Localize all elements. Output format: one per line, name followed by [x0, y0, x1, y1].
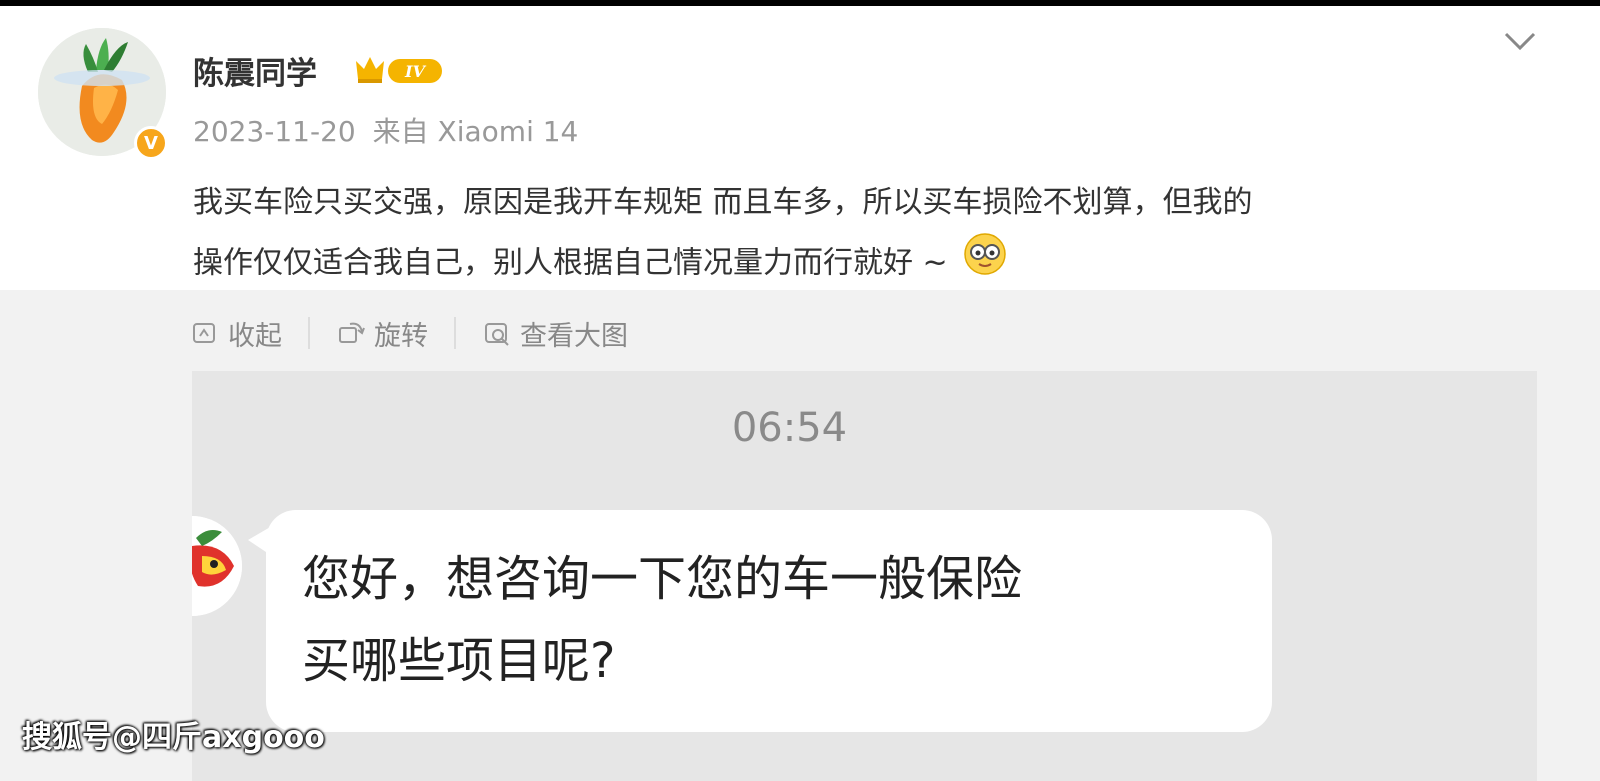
chat-screenshot-image[interactable]: 06:54 您好，想咨询一下您的车一般保险 买哪些项目呢?	[192, 371, 1537, 781]
sender-avatar	[192, 516, 242, 616]
collapse-icon	[193, 323, 215, 343]
post-text-line-1: 我买车险只买交强，原因是我开车规矩 而且车多，所以买车损险不划算，但我的	[193, 185, 1253, 220]
svg-text:IV: IV	[404, 62, 426, 81]
emoji-face-icon	[963, 232, 1007, 296]
rotate-button[interactable]: 旋转	[336, 314, 428, 353]
view-large-button[interactable]: 查看大图	[482, 314, 628, 353]
post-text-line-2: 操作仅仅适合我自己，别人根据自己情况量力而行就好 ~	[193, 245, 948, 281]
chat-message-line-1: 您好，想咨询一下您的车一般保险	[302, 551, 1023, 607]
post-date[interactable]: 2023-11-20	[193, 115, 356, 148]
chevron-down-icon[interactable]	[1502, 30, 1538, 58]
post-text-line-2-wrap: 操作仅仅适合我自己，别人根据自己情况量力而行就好 ~	[193, 232, 1553, 296]
toolbar-divider	[308, 317, 310, 349]
vip-crown-icon[interactable]: IV	[352, 51, 446, 91]
chat-message-line-2: 买哪些项目呢?	[302, 633, 616, 689]
post-text: 我买车险只买交强，原因是我开车规矩 而且车多，所以买车损险不划算，但我的 操作仅…	[193, 174, 1553, 296]
toolbar-divider	[454, 317, 456, 349]
post-meta: 2023-11-20 来自 Xiaomi 14	[193, 110, 586, 150]
verified-icon: V	[134, 126, 168, 160]
view-large-icon	[485, 323, 509, 346]
image-toolbar: 收起 旋转 查看大图	[190, 312, 628, 354]
watermark: 搜狐号@四斤axgooo	[22, 720, 325, 755]
weibo-post: V 陈震同学 IV 2023-11-20 来自 Xiaomi 14 我买车险只买…	[0, 6, 1600, 290]
chat-time: 06:54	[731, 405, 848, 451]
rotate-icon	[339, 322, 365, 343]
view-large-label: 查看大图	[520, 320, 628, 352]
post-source: 来自 Xiaomi 14	[372, 115, 579, 148]
collapse-label: 收起	[228, 320, 282, 352]
collapse-button[interactable]: 收起	[190, 314, 282, 353]
bubble-tail	[248, 526, 272, 556]
author-name[interactable]: 陈震同学	[193, 48, 317, 93]
chat-message: 您好，想咨询一下您的车一般保险 买哪些项目呢?	[302, 538, 1262, 702]
rotate-label: 旋转	[374, 320, 428, 352]
